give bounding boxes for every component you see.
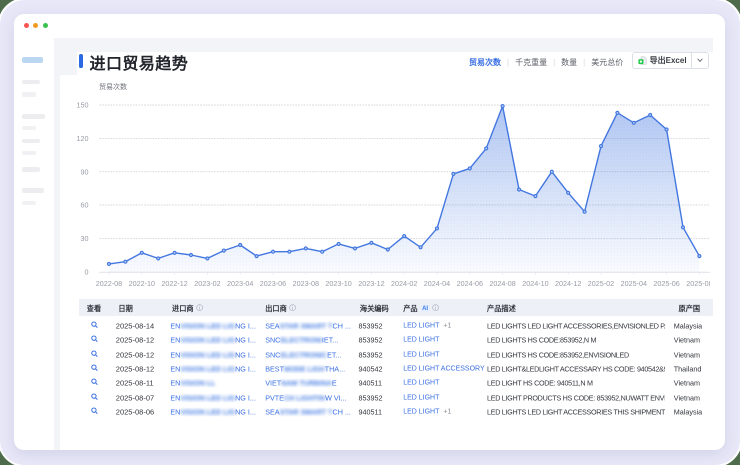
svg-text:2025-08: 2025-08 [686,279,710,288]
svg-text:2022-12: 2022-12 [161,279,187,288]
svg-text:2025-04: 2025-04 [621,279,647,288]
svg-text:90: 90 [81,167,89,176]
svg-text:2022-08: 2022-08 [96,279,122,288]
svg-text:2023-06: 2023-06 [260,279,286,288]
svg-text:120: 120 [77,134,89,143]
svg-text:2023-10: 2023-10 [325,279,351,288]
svg-text:2023-04: 2023-04 [227,279,253,288]
svg-text:60: 60 [81,201,89,210]
svg-text:2025-06: 2025-06 [653,279,679,288]
svg-text:2024-04: 2024-04 [424,279,450,288]
svg-text:2024-08: 2024-08 [489,279,515,288]
svg-text:2022-10: 2022-10 [129,279,155,288]
svg-text:30: 30 [81,234,89,243]
svg-text:2023-08: 2023-08 [293,279,319,288]
svg-text:2023-02: 2023-02 [194,279,220,288]
svg-text:2024-06: 2024-06 [457,279,483,288]
svg-text:2024-10: 2024-10 [522,279,548,288]
svg-text:0: 0 [85,267,89,276]
svg-text:2024-12: 2024-12 [555,279,581,288]
svg-text:2024-02: 2024-02 [391,279,417,288]
svg-text:2023-12: 2023-12 [358,279,384,288]
svg-text:150: 150 [77,101,89,110]
svg-text:2025-02: 2025-02 [588,279,614,288]
